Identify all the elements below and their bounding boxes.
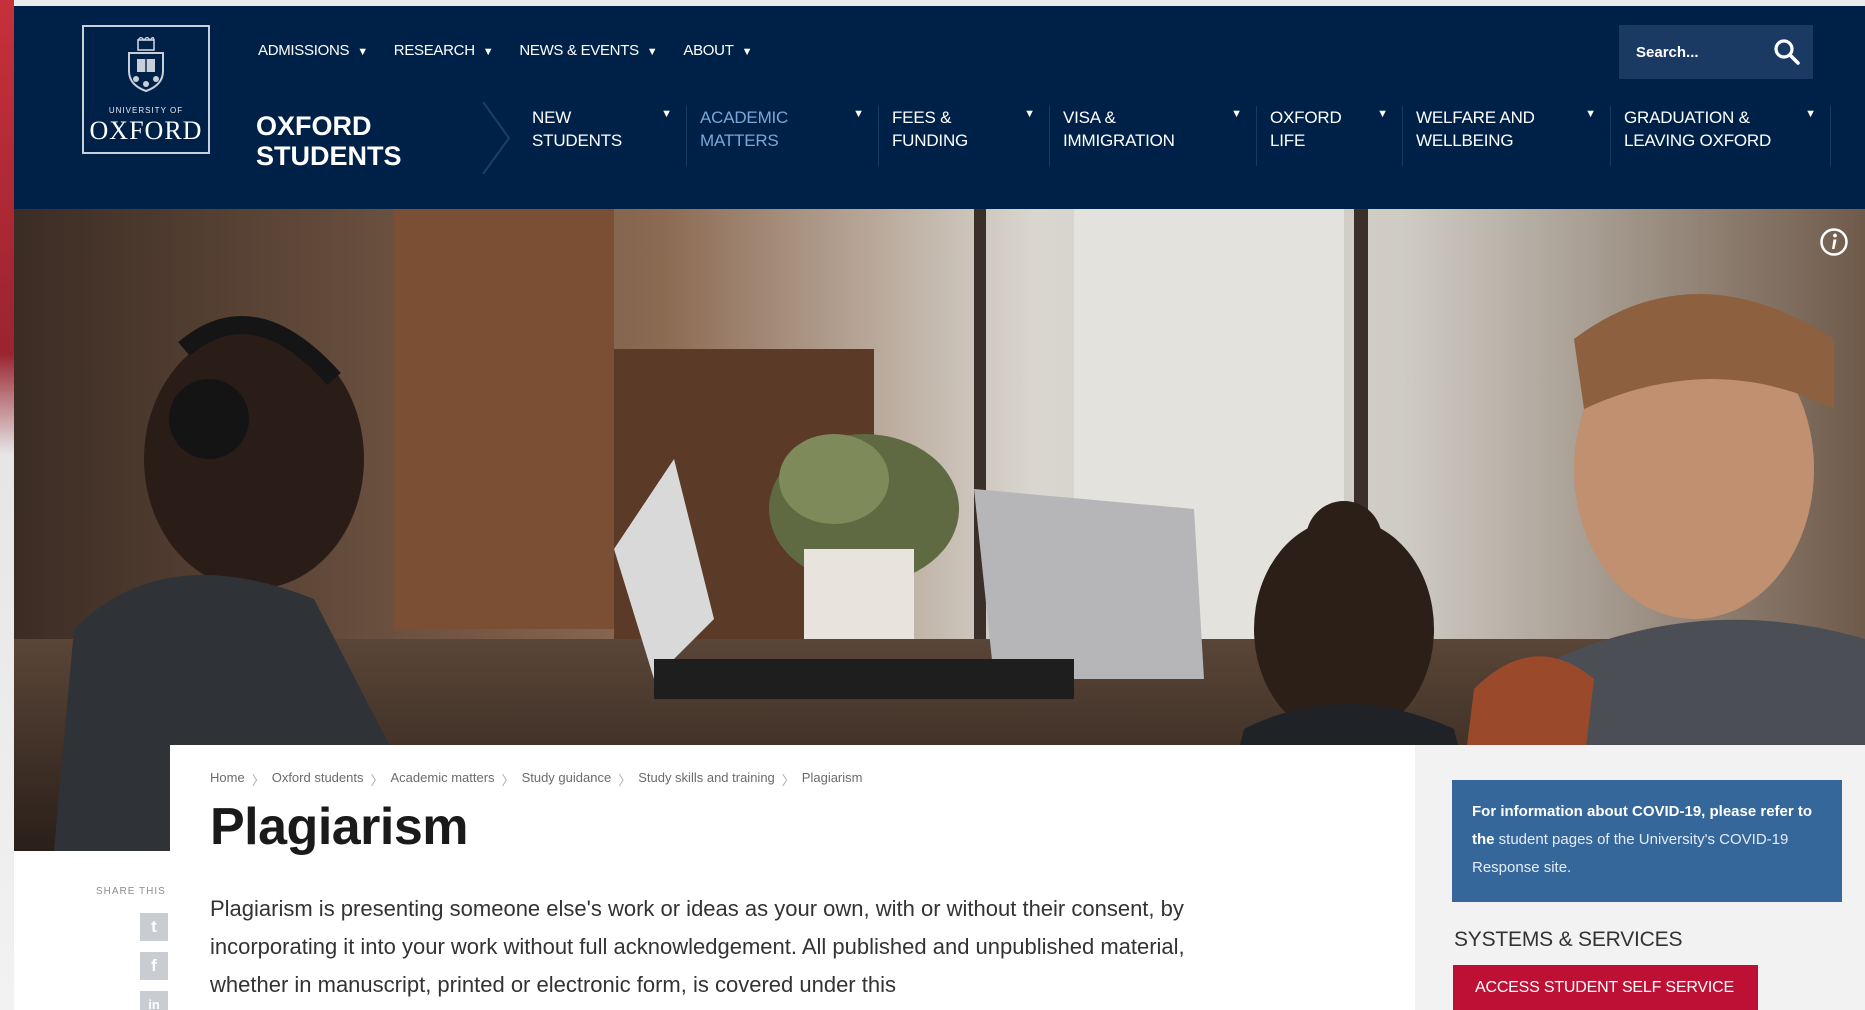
main-nav: New students ▼ Academic matters ▼ Fees &… (519, 106, 1831, 166)
search-input[interactable] (1619, 25, 1769, 79)
caret-down-icon: ▼ (1231, 108, 1242, 120)
linkedin-icon[interactable]: in (140, 991, 168, 1010)
nav-academic-matters-label: Academic matters (700, 108, 789, 150)
breadcrumb-separator: 〉 (370, 773, 384, 788)
caret-down-icon: ▼ (661, 108, 672, 120)
nav-oxford-life-label: Oxford life (1270, 108, 1342, 150)
nav-fees-funding-label: Fees & funding (892, 108, 969, 150)
main-content: Home 〉 Oxford students 〉 Academic matters 〉… (170, 745, 1415, 1010)
caret-down-icon: ▼ (1805, 108, 1816, 120)
caret-down-icon: ▼ (357, 46, 368, 58)
intro-paragraph: Plagiarism is presenting someone else's … (210, 896, 1185, 997)
nav-graduation-leaving[interactable]: Graduation & leaving Oxford ▼ (1611, 106, 1831, 166)
breadcrumb-study-skills[interactable]: Study skills and training (638, 770, 775, 789)
nav-graduation-leaving-label: Graduation & leaving Oxford (1624, 108, 1772, 150)
crest-icon (128, 35, 164, 93)
nav-new-students-label: New students (532, 108, 623, 150)
info-icon[interactable] (1819, 227, 1849, 257)
topnav-admissions[interactable]: ADMISSIONS ▼ (258, 42, 368, 59)
site-header: UNIVERSITY OF OXFORD ADMISSIONS ▼ RESEARC… (14, 6, 1865, 209)
top-nav: ADMISSIONS ▼ RESEARCH ▼ NEWS & EVENTS ▼ ABO… (258, 42, 752, 59)
caret-down-icon: ▼ (853, 108, 864, 120)
caret-down-icon: ▼ (1377, 108, 1388, 120)
nav-visa-immigration[interactable]: Visa & immigration ▼ (1050, 106, 1257, 166)
site-title-line1: OXFORD (256, 111, 372, 141)
nav-new-students[interactable]: New students ▼ (519, 106, 687, 166)
breadcrumb-academic-matters[interactable]: Academic matters (391, 770, 495, 789)
caret-down-icon: ▼ (482, 46, 494, 58)
logo-oxford-text: OXFORD (89, 116, 203, 145)
sidebar: For information about COVID-19, please r… (1415, 745, 1865, 1010)
nav-fees-funding[interactable]: Fees & funding ▼ (879, 106, 1050, 166)
search-icon[interactable] (1773, 38, 1801, 66)
chevron-divider-icon (482, 102, 511, 174)
nav-welfare-wellbeing[interactable]: Welfare and wellbeing ▼ (1403, 106, 1611, 166)
breadcrumb-separator: 〉 (501, 773, 515, 788)
caret-down-icon: ▼ (1585, 108, 1596, 120)
caret-down-icon: ▼ (1024, 108, 1035, 120)
topnav-news-events-label: NEWS & EVENTS (519, 42, 639, 59)
caret-down-icon: ▼ (741, 46, 753, 58)
caret-down-icon: ▼ (646, 46, 658, 58)
breadcrumb-separator: 〉 (618, 773, 632, 788)
topnav-research[interactable]: RESEARCH ▼ (394, 42, 494, 59)
window-left-edge (0, 0, 14, 1010)
page-title: Plagiarism (210, 798, 469, 856)
systems-services-heading: Systems & services (1454, 928, 1683, 951)
breadcrumb-oxford-students[interactable]: Oxford students (272, 770, 364, 789)
student-self-service-button[interactable]: Access student self service (1453, 965, 1758, 1010)
breadcrumb-separator: 〉 (781, 773, 795, 788)
search-box (1619, 25, 1813, 79)
covid-notice: For information about COVID-19, please r… (1452, 780, 1842, 902)
topnav-admissions-label: ADMISSIONS (258, 42, 350, 59)
oxford-logo[interactable]: UNIVERSITY OF OXFORD (82, 25, 210, 154)
covid-notice-link[interactable]: student pages of the University's COVID-… (1472, 831, 1788, 876)
topnav-news-events[interactable]: NEWS & EVENTS ▼ (519, 42, 657, 59)
nav-oxford-life[interactable]: Oxford life ▼ (1257, 106, 1403, 166)
breadcrumb-current: Plagiarism (801, 770, 863, 785)
logo-university-text: UNIVERSITY OF (108, 106, 184, 115)
topnav-research-label: RESEARCH (393, 42, 475, 59)
breadcrumb-home[interactable]: Home (210, 770, 245, 789)
share-label: SHARE THIS (96, 886, 166, 897)
site-title[interactable]: OXFORD STUDENTS (256, 111, 402, 171)
facebook-icon[interactable]: f (140, 952, 168, 980)
site-title-line2: STUDENTS (256, 141, 402, 171)
topnav-about-label: ABOUT (683, 42, 734, 59)
share-panel: SHARE THIS t f in (14, 851, 170, 1010)
nav-welfare-wellbeing-label: Welfare and wellbeing (1416, 108, 1535, 150)
breadcrumb-study-guidance[interactable]: Study guidance (522, 770, 612, 789)
nav-academic-matters[interactable]: Academic matters ▼ (687, 106, 879, 166)
breadcrumb: Home 〉 Oxford students 〉 Academic matters 〉… (210, 770, 862, 789)
twitter-icon[interactable]: t (140, 913, 168, 941)
nav-visa-immigration-label: Visa & immigration (1063, 108, 1175, 150)
breadcrumb-separator: 〉 (251, 773, 265, 788)
topnav-about[interactable]: ABOUT ▼ (683, 42, 752, 59)
